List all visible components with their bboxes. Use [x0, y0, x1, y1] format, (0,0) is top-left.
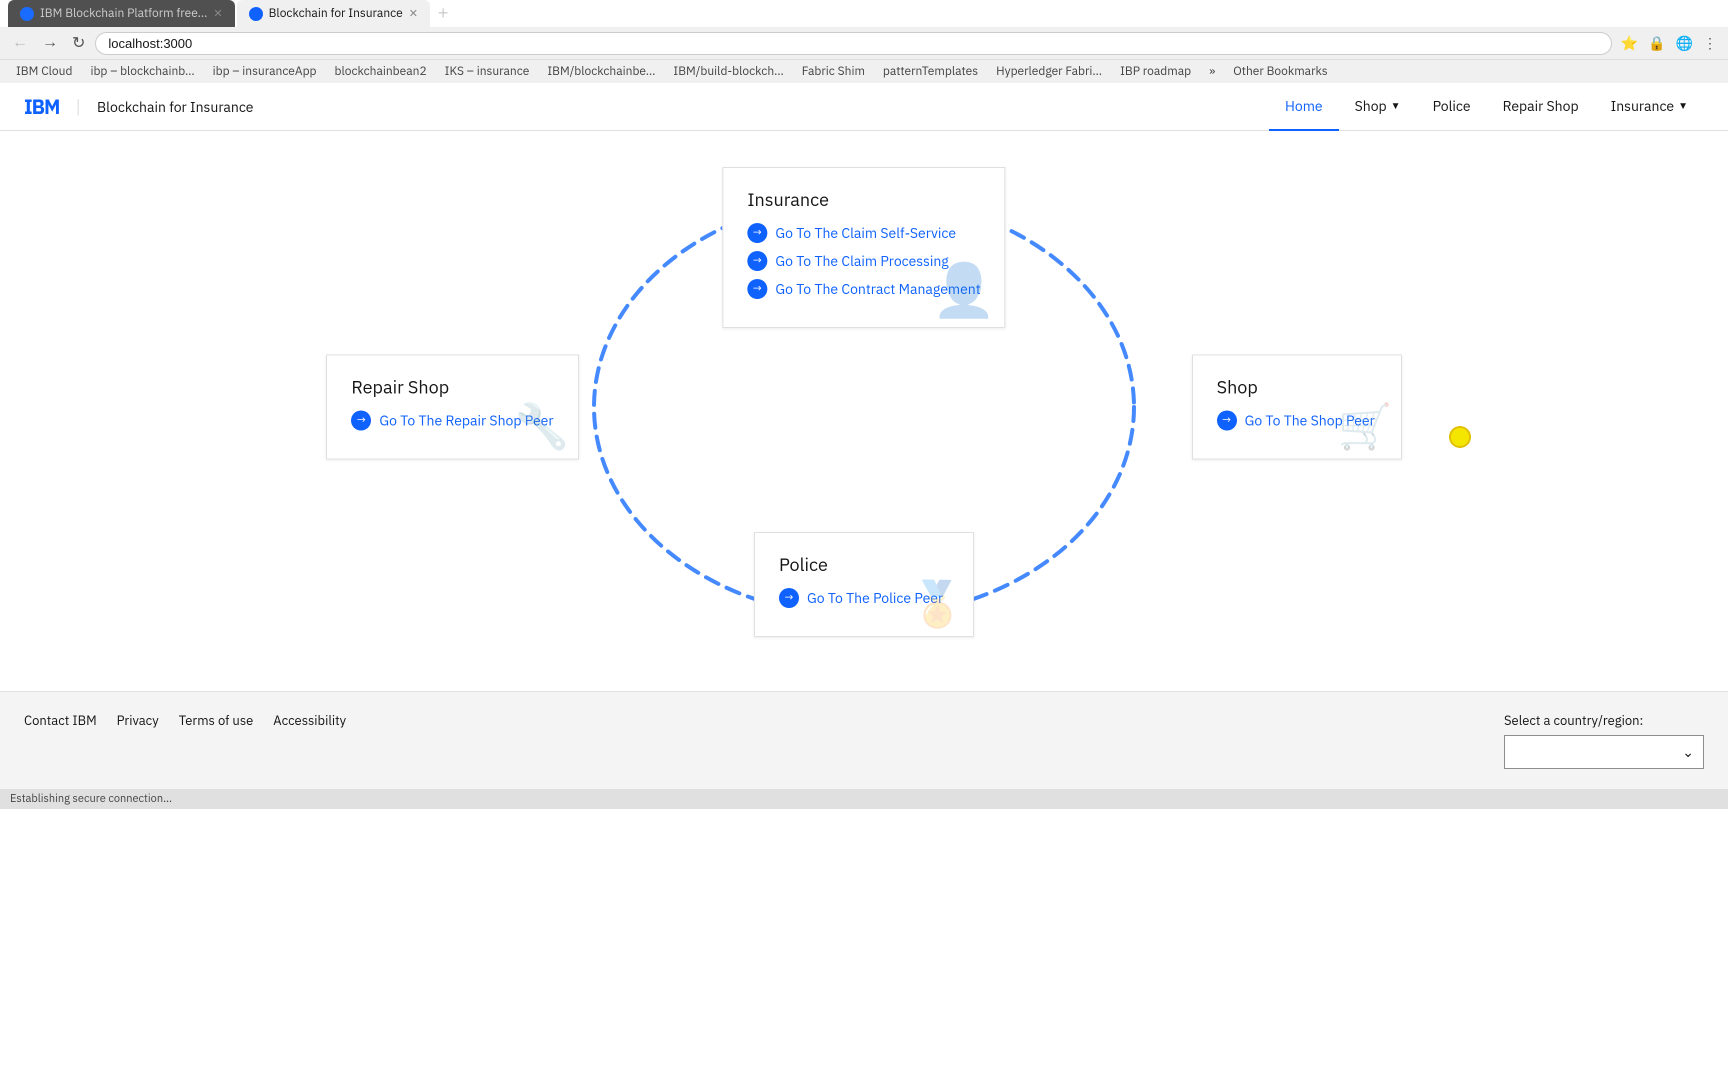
tab-label-2: Blockchain for Insurance [269, 6, 403, 21]
bookmark-ibp-insurance[interactable]: ibp – insuranceApp [205, 62, 325, 81]
bookmark-pattern[interactable]: patternTemplates [875, 62, 986, 81]
police-title: Police [779, 553, 949, 576]
tab-bar: IBM Blockchain Platform free... ✕ Blockc… [0, 0, 1728, 27]
link-contract-management[interactable]: → Go To The Contract Management [747, 279, 980, 299]
nav-repair-shop[interactable]: Repair Shop [1487, 83, 1595, 131]
footer: Contact IBM Privacy Terms of use Accessi… [0, 691, 1728, 789]
cursor-dot [1451, 428, 1469, 446]
card-repair-shop: Repair Shop → Go To The Repair Shop Peer… [326, 355, 578, 460]
footer-privacy[interactable]: Privacy [117, 712, 159, 729]
nav-home[interactable]: Home [1269, 83, 1339, 131]
extension-icon-3[interactable]: 🌐 [1673, 32, 1696, 54]
link-claim-processing[interactable]: → Go To The Claim Processing [747, 251, 980, 271]
link-repair-shop-peer[interactable]: → Go To The Repair Shop Peer [351, 411, 553, 431]
nav-police[interactable]: Police [1417, 83, 1487, 131]
insurance-title: Insurance [747, 188, 980, 211]
forward-button[interactable]: → [38, 32, 62, 54]
tab-close-2[interactable]: ✕ [409, 7, 418, 21]
arrow-icon-shop: → [1217, 411, 1237, 431]
arrow-icon-claim-proc: → [747, 251, 767, 271]
card-police: Police → Go To The Police Peer 🏅 [754, 532, 974, 637]
country-select[interactable]: United States United Kingdom Germany [1504, 735, 1704, 769]
app-brand-header: Blockchain for Insurance [97, 98, 253, 116]
nav-shop[interactable]: Shop ▼ [1339, 83, 1417, 131]
bookmark-other[interactable]: Other Bookmarks [1225, 62, 1335, 81]
tab-close-1[interactable]: ✕ [213, 7, 222, 21]
reload-button[interactable]: ↻ [68, 31, 89, 55]
footer-terms[interactable]: Terms of use [179, 712, 254, 729]
back-button[interactable]: ← [8, 32, 32, 54]
new-tab-button[interactable]: + [432, 3, 455, 24]
card-shop: Shop → Go To The Shop Peer 🛒 [1192, 355, 1402, 460]
status-text: Establishing secure connection... [10, 792, 172, 806]
bookmark-ibm-cloud[interactable]: IBM Cloud [8, 62, 80, 81]
link-shop-peer[interactable]: → Go To The Shop Peer [1217, 411, 1377, 431]
country-selector-label: Select a country/region: [1504, 712, 1704, 729]
address-bar-row: ← → ↻ ⭐ 🔒 🌐 ⋮ [0, 27, 1728, 59]
footer-accessibility[interactable]: Accessibility [273, 712, 346, 729]
browser-chrome: IBM Blockchain Platform free... ✕ Blockc… [0, 0, 1728, 83]
tab-favicon-2 [249, 7, 263, 21]
bookmark-ibm-blockchain-be[interactable]: IBM/blockchainbe… [539, 62, 663, 81]
main-content: Insurance → Go To The Claim Self-Service… [0, 131, 1728, 691]
extension-icon-2[interactable]: 🔒 [1645, 32, 1668, 54]
footer-contact[interactable]: Contact IBM [24, 712, 97, 729]
more-button[interactable]: ⋮ [1700, 32, 1720, 54]
arrow-icon-claim-self: → [747, 223, 767, 243]
repair-shop-title: Repair Shop [351, 376, 553, 399]
tab-favicon-1 [20, 7, 34, 21]
tab-blockchain-insurance[interactable]: Blockchain for Insurance ✕ [237, 0, 430, 27]
nav-insurance[interactable]: Insurance ▼ [1595, 83, 1704, 131]
bookmark-hyperledger[interactable]: Hyperledger Fabri… [988, 62, 1110, 81]
header-divider: | [75, 95, 81, 118]
diagram-area: Insurance → Go To The Claim Self-Service… [24, 147, 1704, 667]
header-nav: Home Shop ▼ Police Repair Shop Insurance… [1269, 83, 1704, 131]
arrow-icon-police: → [779, 588, 799, 608]
shop-title: Shop [1217, 376, 1377, 399]
bookmark-ibm-build[interactable]: IBM/build-blockch… [665, 62, 791, 81]
ibm-logo: IBM [24, 93, 59, 120]
card-insurance: Insurance → Go To The Claim Self-Service… [722, 167, 1005, 328]
app-header: IBM | Blockchain for Insurance Home Shop… [0, 83, 1728, 131]
bookmark-fabric-shim[interactable]: Fabric Shim [794, 62, 873, 81]
extension-icon-1[interactable]: ⭐ [1618, 32, 1641, 54]
address-input[interactable] [95, 32, 1611, 55]
bookmark-more[interactable]: » [1201, 62, 1223, 81]
status-bar: Establishing secure connection... [0, 789, 1728, 809]
country-select-wrap: United States United Kingdom Germany [1504, 735, 1704, 769]
tab-ibm-blockchain[interactable]: IBM Blockchain Platform free... ✕ [8, 0, 235, 27]
bookmarks-bar: IBM Cloud ibp – blockchainb… ibp – insur… [0, 59, 1728, 83]
browser-actions: ⭐ 🔒 🌐 ⋮ [1618, 32, 1720, 54]
bookmark-ibp-roadmap[interactable]: IBP roadmap [1112, 62, 1199, 81]
insurance-dropdown-icon: ▼ [1678, 99, 1688, 112]
shop-dropdown-icon: ▼ [1391, 99, 1401, 112]
link-claim-self-service[interactable]: → Go To The Claim Self-Service [747, 223, 980, 243]
country-selector-area: Select a country/region: United States U… [1504, 712, 1704, 769]
footer-links: Contact IBM Privacy Terms of use Accessi… [24, 712, 346, 729]
arrow-icon-contract: → [747, 279, 767, 299]
bookmark-blockchainbean[interactable]: blockchainbean2 [327, 62, 435, 81]
bookmark-ibp-blockchain[interactable]: ibp – blockchainb… [82, 62, 202, 81]
bookmark-iks[interactable]: IKS – insurance [437, 62, 538, 81]
tab-label-1: IBM Blockchain Platform free... [40, 6, 207, 21]
link-police-peer[interactable]: → Go To The Police Peer [779, 588, 949, 608]
arrow-icon-repair: → [351, 411, 371, 431]
